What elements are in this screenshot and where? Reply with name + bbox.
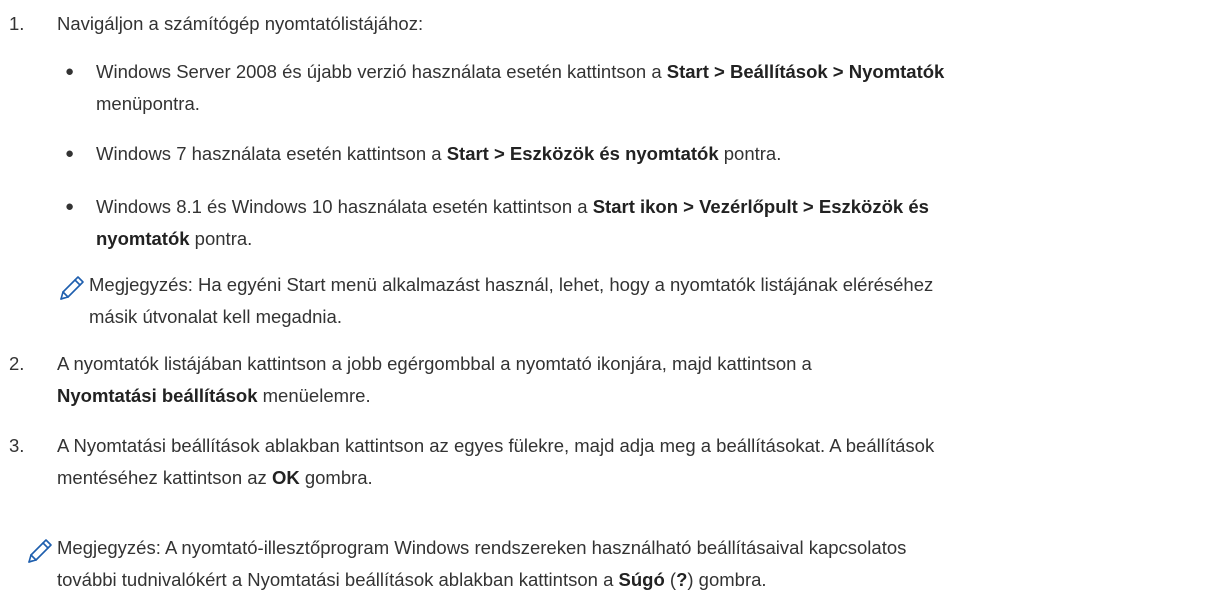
pencil-note-icon bbox=[28, 539, 52, 563]
pencil-note-icon bbox=[60, 276, 84, 300]
bullet-item: ● Windows 8.1 és Windows 10 használata e… bbox=[57, 191, 1205, 255]
step-text-part: gombra. bbox=[299, 467, 373, 488]
note-line: másik útvonalat kell megadnia. bbox=[89, 306, 342, 327]
bullet-text-part: pontra. bbox=[189, 228, 253, 249]
bullet-item: ● Windows 7 használata esetén kattintson… bbox=[57, 138, 1205, 170]
step-text-part: A Nyomtatási beállítások ablakban kattin… bbox=[57, 435, 935, 456]
bullet-dot: ● bbox=[65, 145, 75, 162]
note-block: Megjegyzés: A nyomtató-illesztőprogram W… bbox=[25, 532, 1205, 596]
step-text-part: menüelemre. bbox=[257, 385, 371, 406]
menu-path: Start > Eszközök és nyomtatók bbox=[446, 143, 719, 164]
menu-path: Start > Beállítások > Nyomtatók bbox=[666, 61, 945, 82]
step-number: 2. bbox=[9, 353, 25, 374]
step-number: 1. bbox=[9, 13, 25, 34]
bullet-dot: ● bbox=[65, 198, 75, 215]
step-text: Navigáljon a számítógép nyomtatólistájáh… bbox=[57, 13, 424, 34]
note-text: Megjegyzés: Ha egyéni Start menü alkalma… bbox=[89, 269, 1205, 333]
bullet-text-part: Windows 8.1 és Windows 10 használata ese… bbox=[96, 196, 593, 217]
note-line: Megjegyzés: Ha egyéni Start menü alkalma… bbox=[89, 274, 934, 295]
bullet-dot: ● bbox=[65, 63, 75, 80]
bullet-text: Windows Server 2008 és újabb verzió hasz… bbox=[96, 56, 1205, 120]
menu-item-name: Nyomtatási beállítások bbox=[57, 385, 258, 406]
step-text: A Nyomtatási beállítások ablakban kattin… bbox=[57, 430, 1210, 494]
help-symbol: ? bbox=[676, 569, 688, 590]
bullet-text-part: menüpontra. bbox=[96, 93, 200, 114]
menu-path: nyomtatók bbox=[96, 228, 190, 249]
note-text-part: ) gombra. bbox=[687, 569, 767, 590]
note-line: Megjegyzés: A nyomtató-illesztőprogram W… bbox=[57, 537, 907, 558]
note-text: Megjegyzés: A nyomtató-illesztőprogram W… bbox=[57, 532, 1205, 596]
note-text-part: további tudnivalókért a Nyomtatási beáll… bbox=[57, 569, 619, 590]
bullet-text: Windows 7 használata esetén kattintson a… bbox=[96, 138, 1205, 170]
step-text: A nyomtatók listájában kattintson a jobb… bbox=[57, 348, 1210, 412]
note-text-part: ( bbox=[664, 569, 677, 590]
step-text-part: mentéséhez kattintson az bbox=[57, 467, 272, 488]
step-3: 3. A Nyomtatási beállítások ablakban kat… bbox=[0, 430, 1210, 494]
step-number: 3. bbox=[9, 435, 25, 456]
note-block: Megjegyzés: Ha egyéni Start menü alkalma… bbox=[57, 269, 1205, 333]
bullet-item: ● Windows Server 2008 és újabb verzió ha… bbox=[57, 56, 1205, 120]
step-1: 1. Navigáljon a számítógép nyomtatólistá… bbox=[0, 8, 1210, 40]
step-2: 2. A nyomtatók listájában kattintson a j… bbox=[0, 348, 1210, 412]
ok-button-name: OK bbox=[271, 467, 300, 488]
bullet-text-part: pontra. bbox=[718, 143, 782, 164]
bullet-text-part: Windows 7 használata esetén kattintson a bbox=[96, 143, 447, 164]
menu-path: Start ikon > Vezérlőpult > Eszközök és bbox=[592, 196, 929, 217]
help-button-name: Súgó bbox=[618, 569, 665, 590]
bullet-text: Windows 8.1 és Windows 10 használata ese… bbox=[96, 191, 1205, 255]
bullet-text-part: Windows Server 2008 és újabb verzió hasz… bbox=[96, 61, 667, 82]
step-text-part: A nyomtatók listájában kattintson a jobb… bbox=[57, 353, 812, 374]
